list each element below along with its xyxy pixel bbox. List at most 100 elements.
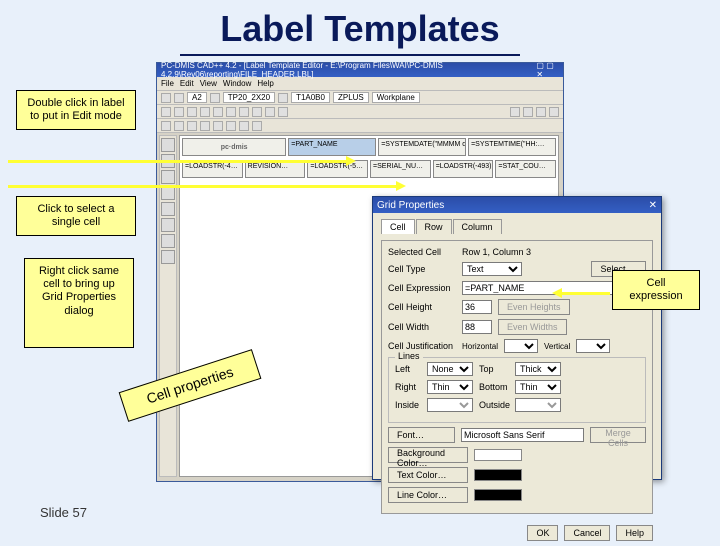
callout-edit-mode: Double click in label to put in Edit mod… — [16, 90, 136, 130]
tab-cell[interactable]: Cell — [381, 219, 415, 234]
close-icon[interactable]: ✕ — [649, 200, 657, 211]
cell-width-label: Cell Width — [388, 322, 456, 332]
tb-icon[interactable] — [210, 93, 220, 103]
tab-row[interactable]: Row — [416, 219, 452, 234]
tb-icon[interactable] — [278, 107, 288, 117]
line-color-swatch — [474, 489, 522, 501]
just-v-label: Vertical — [544, 342, 570, 351]
tb-icon[interactable] — [174, 121, 184, 131]
line-inside-select[interactable] — [427, 398, 473, 412]
cell-expression-label: Cell Expression — [388, 283, 456, 293]
tb-icon[interactable] — [510, 107, 520, 117]
line-bottom-select[interactable]: Thin — [515, 380, 561, 394]
app-titlebar: PC-DMIS CAD++ 4.2 - [Label Template Edit… — [157, 63, 563, 77]
callout-select-cell: Click to select a single cell — [16, 196, 136, 236]
window-controls: ▢ ▢ ✕ — [536, 61, 559, 79]
line-bottom-label: Bottom — [479, 382, 509, 392]
tb-icon[interactable] — [213, 121, 223, 131]
cell-height-label: Cell Height — [388, 302, 456, 312]
cancel-button[interactable]: Cancel — [564, 525, 610, 541]
tb-icon[interactable] — [536, 107, 546, 117]
tb-icon[interactable] — [161, 121, 171, 131]
even-heights-button[interactable]: Even Heights — [498, 299, 570, 315]
tb-icon[interactable] — [549, 107, 559, 117]
dialog-tabs: Cell Row Column — [381, 219, 653, 234]
side-icon[interactable] — [161, 186, 175, 200]
tb-icon[interactable] — [226, 107, 236, 117]
tb-icon[interactable] — [226, 121, 236, 131]
text-color-button[interactable]: Text Color… — [388, 467, 468, 483]
cell-type-select[interactable]: Text — [462, 262, 522, 276]
label-cell[interactable]: =LOADSTR(-493) — [433, 160, 494, 178]
side-icon[interactable] — [161, 234, 175, 248]
menu-window[interactable]: Window — [223, 79, 251, 88]
line-outside-select[interactable] — [515, 398, 561, 412]
lines-legend: Lines — [395, 351, 423, 361]
label-logo-cell[interactable]: pc·dmis — [182, 138, 286, 156]
label-row-1[interactable]: pc·dmis =PART_NAME =SYSTEMDATE("MMMM dd,… — [180, 136, 558, 158]
menu-view[interactable]: View — [200, 79, 217, 88]
line-color-button[interactable]: Line Color… — [388, 487, 468, 503]
tab-column[interactable]: Column — [453, 219, 502, 234]
tb-combo[interactable]: Workplane — [372, 92, 420, 103]
toolbar-2[interactable] — [157, 105, 563, 119]
app-menubar[interactable]: File Edit View Window Help — [157, 77, 563, 91]
tb-icon[interactable] — [252, 107, 262, 117]
tb-icon[interactable] — [278, 93, 288, 103]
tb-icon[interactable] — [200, 107, 210, 117]
toolbar-1[interactable]: A2 TP20_2X20 T1A0B0 ZPLUS Workplane — [157, 91, 563, 105]
help-button[interactable]: Help — [616, 525, 653, 541]
line-top-select[interactable]: Thick — [515, 362, 561, 376]
app-title: PC-DMIS CAD++ 4.2 - [Label Template Edit… — [161, 61, 536, 79]
grid-properties-dialog: Grid Properties ✕ Cell Row Column Select… — [372, 196, 662, 480]
side-icon[interactable] — [161, 138, 175, 152]
tb-icon[interactable] — [239, 107, 249, 117]
label-cell[interactable]: =SYSTEMTIME("HH:… — [468, 138, 556, 156]
label-cell[interactable]: =STAT_COU… — [495, 160, 556, 178]
even-widths-button[interactable]: Even Widths — [498, 319, 567, 335]
label-cell[interactable]: =SYSTEMDATE("MMMM dd, yyyy") — [378, 138, 466, 156]
font-button[interactable]: Font… — [388, 427, 455, 443]
side-icon[interactable] — [161, 170, 175, 184]
just-h-select[interactable] — [504, 339, 538, 353]
line-right-select[interactable]: Thin — [427, 380, 473, 394]
annotation-arrow — [8, 185, 398, 188]
tb-icon[interactable] — [161, 107, 171, 117]
tb-icon[interactable] — [187, 107, 197, 117]
toolbar-3[interactable] — [157, 119, 563, 133]
tb-combo[interactable]: A2 — [187, 92, 207, 103]
tb-icon[interactable] — [174, 107, 184, 117]
tb-icon[interactable] — [523, 107, 533, 117]
tb-icon[interactable] — [252, 121, 262, 131]
text-color-swatch — [474, 469, 522, 481]
tb-icon[interactable] — [239, 121, 249, 131]
menu-file[interactable]: File — [161, 79, 174, 88]
label-cell[interactable]: =PART_NAME — [288, 138, 376, 156]
side-icon[interactable] — [161, 250, 175, 264]
label-cell[interactable]: =SERIAL_NU… — [370, 160, 431, 178]
just-v-select[interactable] — [576, 339, 610, 353]
tb-icon[interactable] — [265, 107, 275, 117]
side-icon[interactable] — [161, 202, 175, 216]
bg-color-swatch — [474, 449, 522, 461]
tb-combo[interactable]: TP20_2X20 — [223, 92, 275, 103]
tb-icon[interactable] — [161, 93, 171, 103]
tb-combo[interactable]: ZPLUS — [333, 92, 369, 103]
tb-combo[interactable]: T1A0B0 — [291, 92, 330, 103]
bg-color-button[interactable]: Background Color… — [388, 447, 468, 463]
tb-icon[interactable] — [187, 121, 197, 131]
tb-icon[interactable] — [174, 93, 184, 103]
line-right-label: Right — [395, 382, 421, 392]
line-left-select[interactable]: None — [427, 362, 473, 376]
tb-icon[interactable] — [200, 121, 210, 131]
cell-width-input[interactable] — [462, 320, 492, 334]
merge-cells-button[interactable]: Merge Cells — [590, 427, 646, 443]
menu-help[interactable]: Help — [257, 79, 273, 88]
menu-edit[interactable]: Edit — [180, 79, 194, 88]
tb-icon[interactable] — [213, 107, 223, 117]
line-left-label: Left — [395, 364, 421, 374]
line-outside-label: Outside — [479, 400, 509, 410]
side-icon[interactable] — [161, 218, 175, 232]
cell-height-input[interactable] — [462, 300, 492, 314]
ok-button[interactable]: OK — [527, 525, 558, 541]
